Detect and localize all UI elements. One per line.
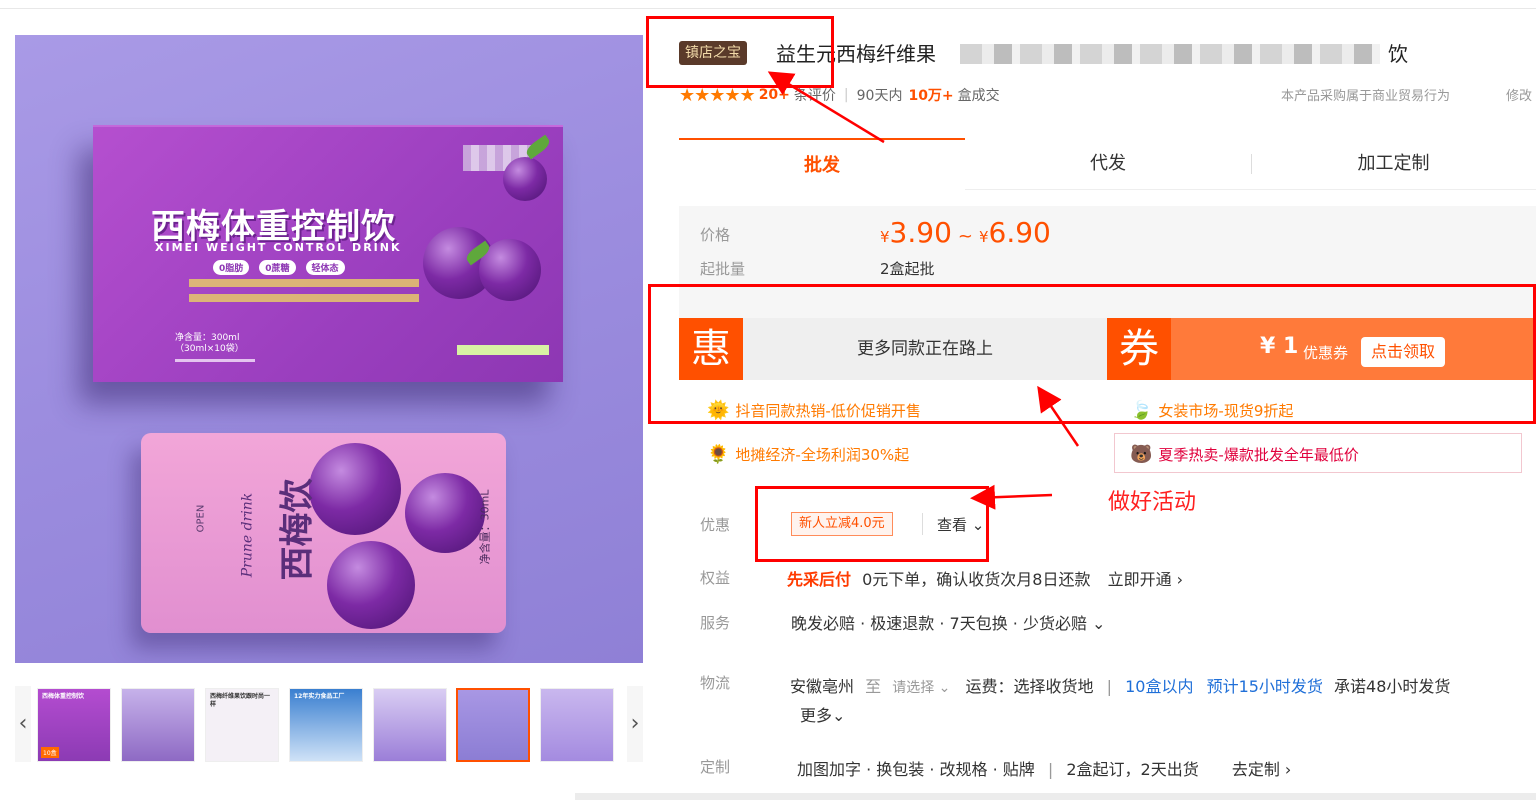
box-green-label [457, 345, 549, 355]
plum-illustration [309, 443, 401, 535]
bottom-scroll-hint [575, 793, 1536, 800]
blurred-title-text [960, 44, 1380, 64]
thumbnail-caption: 12年实力食品工厂 [294, 693, 345, 700]
modify-link[interactable]: 修改 [1506, 85, 1532, 104]
pouch-english-name: Prune drink [239, 492, 256, 578]
destination-select[interactable]: 请选择 ⌄ [892, 680, 950, 696]
box-net-line: 净含量：300ml [175, 333, 240, 343]
sales-unit: 盒成交 [957, 88, 1000, 104]
flower-icon: 🌻 [707, 444, 730, 465]
purchase-mode-tabs: 批发 代发 加工定制 [679, 138, 1536, 190]
plum-illustration [327, 541, 415, 629]
custom-options: 加图加字 · 换包装 · 改规格 · 贴牌 [797, 760, 1035, 779]
sales-count: 10万+ [908, 88, 954, 104]
drink-pouch [141, 433, 506, 633]
currency-symbol: ¥ [880, 228, 890, 246]
product-title-tail: 饮 [1388, 42, 1408, 66]
annotation-box-promos [648, 284, 1536, 424]
rights-label: 权益 [700, 569, 731, 587]
price-label: 价格 [700, 226, 731, 244]
box-net-content: 净含量：300ml （30ml×10袋） [175, 333, 255, 362]
divider: | [1106, 677, 1112, 696]
service-label: 服务 [700, 614, 731, 632]
price-tilde: ~ [957, 226, 973, 247]
thumb-next-button[interactable]: › [627, 686, 643, 762]
moq-label: 起批量 [700, 260, 746, 278]
product-box: 西梅体重控制饮 XIMEI WEIGHT CONTROL DRINK 0脂肪 0… [93, 127, 563, 382]
pay-later-text: 0元下单，确认收货次月8日还款 [862, 570, 1091, 589]
thumbnail[interactable] [373, 688, 447, 762]
sales-prefix: 90天内 [856, 88, 903, 104]
price-low: 3.90 [889, 216, 952, 249]
thumbnail-caption: 西梅体重控制饮 [42, 693, 85, 700]
thumbnail[interactable]: 西梅纤维果饮跟时尚一样 [205, 688, 279, 762]
thumbnail-caption: 西梅纤维果饮跟时尚一样 [210, 693, 271, 708]
price-high: 6.90 [988, 216, 1051, 249]
box-pill: 0脂肪 [213, 260, 250, 275]
divider: | [1047, 760, 1054, 779]
pouch-open-text: OPEN [195, 504, 207, 533]
go-customize-link[interactable]: 去定制 › [1232, 760, 1292, 779]
rating-word[interactable]: 条评价 [794, 85, 836, 105]
thumbnail-strip: ‹ 西梅体重控制饮 10盒 西梅纤维果饮跟时尚一样 12年实力食品工厂 › [15, 686, 643, 764]
ship-to-word: 至 [865, 677, 882, 696]
box-pill: 轻体态 [305, 260, 345, 275]
promo-link[interactable]: 🐻 夏季热卖-爆款批发全年最低价 [1130, 444, 1359, 465]
thumbnail[interactable] [121, 688, 195, 762]
thumbnail[interactable]: 西梅体重控制饮 10盒 [37, 688, 111, 762]
bear-icon: 🐻 [1130, 444, 1153, 465]
thumb-prev-button[interactable]: ‹ [15, 686, 31, 762]
promo-text: 夏季热卖-爆款批发全年最低价 [1158, 446, 1359, 464]
divider: | [843, 87, 849, 103]
leaf-illustration [523, 134, 553, 160]
top-divider [0, 8, 1536, 9]
box-pill-row: 0脂肪 0蔗糖 轻体态 [213, 260, 345, 275]
thumbnail[interactable]: 12年实力食品工厂 [289, 688, 363, 762]
moq-value: 2盒起批 [880, 260, 935, 278]
logistics-label: 物流 [700, 674, 731, 692]
annotation-box-badge [646, 16, 834, 88]
promo-link[interactable]: 🌻 地摊经济-全场利润30%起 [707, 444, 909, 465]
box-fine-print [175, 359, 255, 362]
plum-illustration [405, 473, 485, 553]
logistics-row: 安徽亳州 至 请选择 ⌄ 运费：选择收货地 | 10盒以内 预计15小时发货 承… [790, 673, 1450, 697]
box-pill: 0蔗糖 [259, 260, 296, 275]
ship-quantity: 10盒以内 [1125, 677, 1194, 696]
tab-wholesale[interactable]: 批发 [679, 138, 965, 190]
custom-row: 加图加字 · 换包装 · 改规格 · 贴牌 | 2盒起订，2天出货 去定制 › [797, 756, 1291, 780]
rating-count[interactable]: 20+ [759, 87, 790, 103]
plum-illustration [503, 157, 547, 201]
rights-row: 先采后付 0元下单，确认收货次月8日还款 立即开通 › [787, 566, 1183, 590]
custom-terms: 2盒起订，2天出货 [1066, 760, 1199, 779]
box-slogan-lines [189, 279, 419, 309]
product-main-image[interactable]: 西梅体重控制饮 XIMEI WEIGHT CONTROL DRINK 0脂肪 0… [15, 35, 643, 663]
tab-dropship[interactable]: 代发 [965, 138, 1251, 190]
pouch-chinese-name: 西梅饮 [277, 478, 318, 581]
logistics-more-link[interactable]: 更多⌄ [800, 702, 845, 726]
thumbnail-badge: 10盒 [41, 747, 59, 758]
ship-origin: 安徽亳州 [790, 677, 855, 696]
pouch-net-content: 净含量：30mL [478, 489, 492, 565]
activate-pay-later-link[interactable]: 立即开通 › [1108, 570, 1184, 589]
currency-symbol: ¥ [978, 228, 989, 246]
tab-custom-processing[interactable]: 加工定制 [1251, 138, 1536, 190]
commercial-note: 本产品采购属于商业贸易行为 [1281, 89, 1451, 104]
annotation-box-discount [755, 486, 989, 562]
custom-label: 定制 [700, 758, 731, 776]
box-net-detail: （30ml×10袋） [175, 344, 244, 354]
price-range: ¥3.90 ~ ¥6.90 [880, 216, 1051, 249]
thumbnail-selected[interactable] [456, 688, 530, 762]
annotation-label: 做好活动 [1108, 490, 1197, 515]
thumbnail[interactable] [540, 688, 614, 762]
shipping-fee: 运费：选择收货地 [965, 677, 1094, 696]
ship-estimate: 预计15小时发货 [1206, 677, 1323, 696]
service-guarantees[interactable]: 晚发必赔 · 极速退款 · 7天包换 · 少货必赔 ⌄ [791, 610, 1105, 634]
pay-later-highlight: 先采后付 [787, 570, 852, 589]
discount-label: 优惠 [700, 516, 731, 534]
ship-promise: 承诺48小时发货 [1334, 677, 1451, 696]
box-subtitle: XIMEI WEIGHT CONTROL DRINK [155, 241, 402, 254]
promo-text: 地摊经济-全场利润30%起 [735, 446, 910, 464]
